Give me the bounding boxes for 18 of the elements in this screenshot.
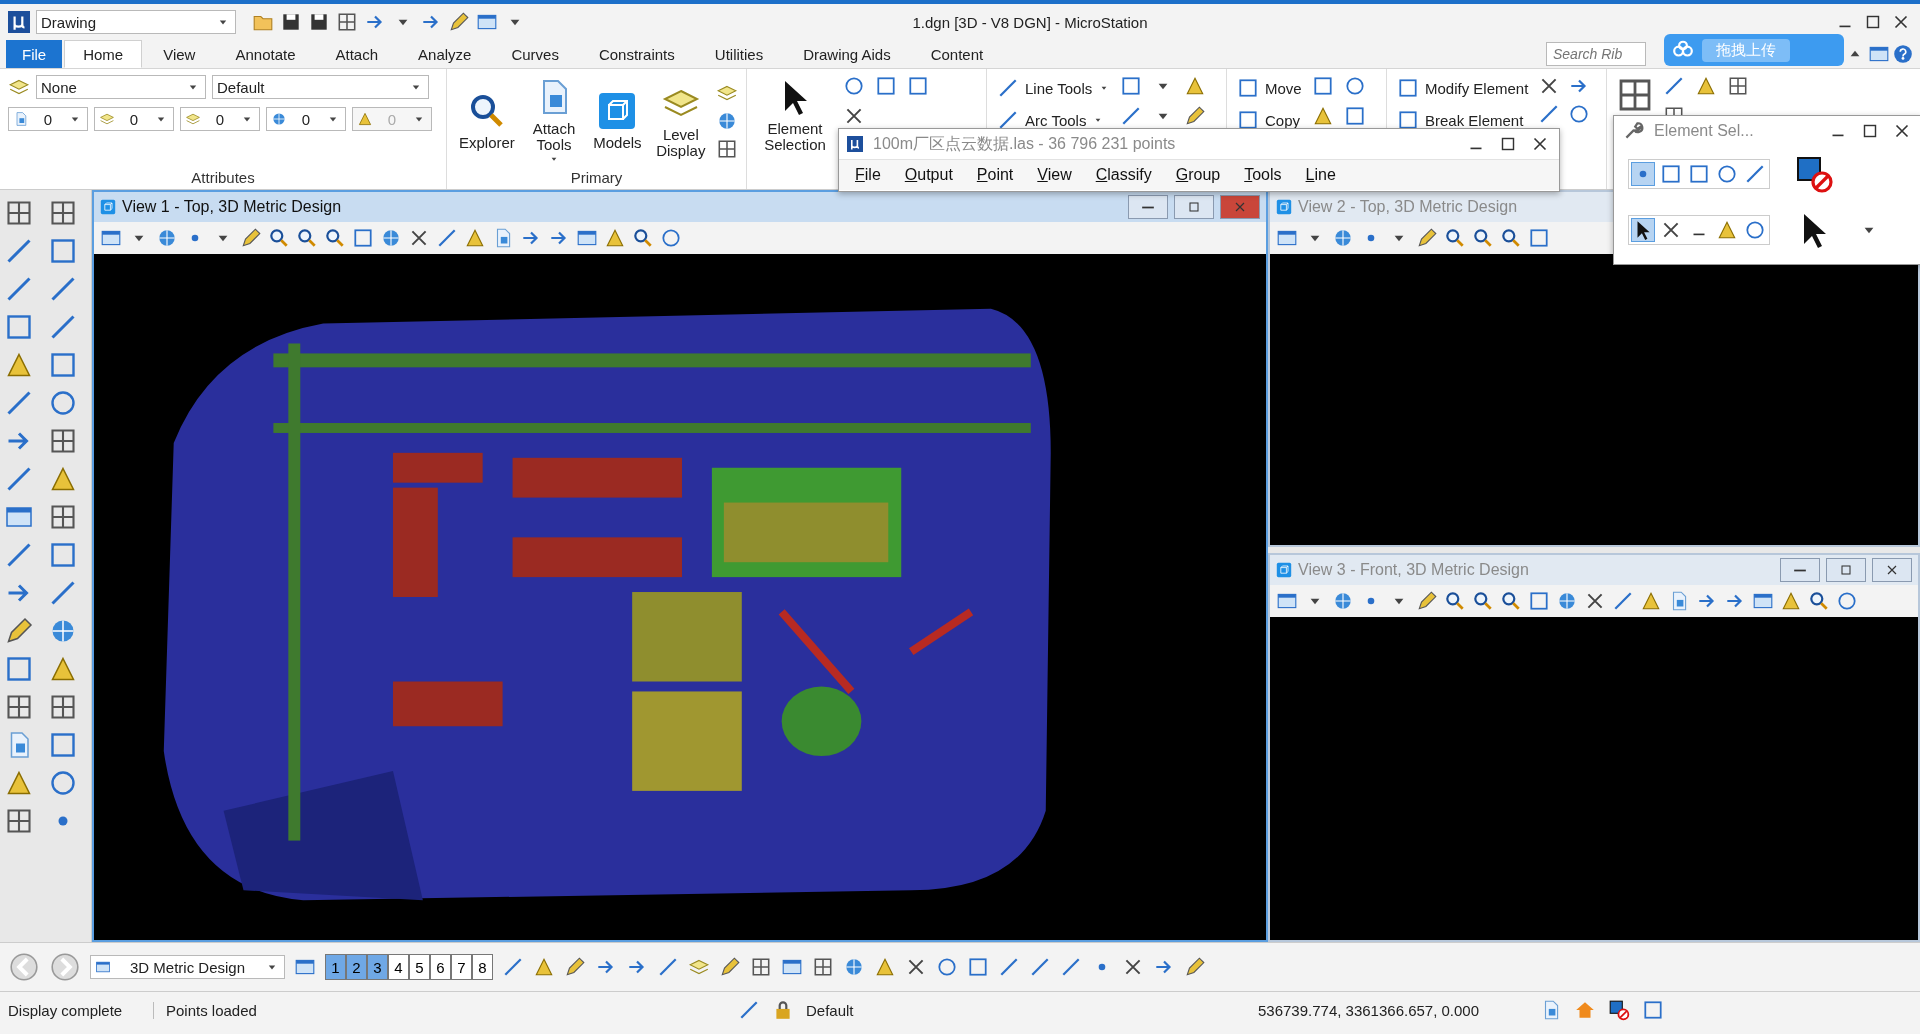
active-level: Default	[806, 1001, 855, 1019]
coordinates-readout: 536739.774, 3361366.657, 0.000	[1258, 1001, 1481, 1019]
attribute-value: 0	[301, 110, 311, 128]
group-label: Attributes	[190, 169, 256, 186]
attribute-value: 0	[215, 110, 225, 128]
view-title: View 2 - Top, 3D Metric Design	[1298, 198, 1519, 216]
dialog-title: Element Sel...	[1654, 122, 1755, 140]
status-message: Display complete	[8, 1001, 154, 1019]
attribute-value: 0	[387, 110, 397, 128]
group-label: Primary	[569, 169, 624, 186]
dialog-title: 100m厂区点云数据.las - 36 796 231 points	[873, 133, 1177, 154]
window-title: 1.dgn [3D - V8 DGN] - MicroStation	[911, 13, 1149, 31]
view-title: View 3 - Front, 3D Metric Design	[1298, 561, 1530, 579]
status-prompt: Points loaded	[166, 1001, 258, 1019]
view-title: View 1 - Top, 3D Metric Design	[122, 198, 343, 216]
attribute-value: 0	[129, 110, 139, 128]
attribute-value: 0	[43, 110, 53, 128]
model-name: 3D Metric Design	[129, 958, 245, 976]
